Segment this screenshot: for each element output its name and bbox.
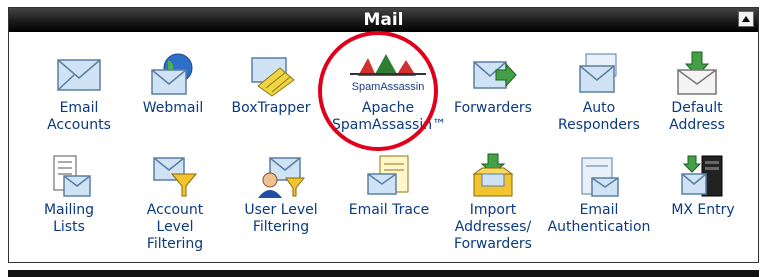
account-level-filtering-item[interactable]: Account Level Filtering xyxy=(125,152,225,253)
mx-entry-item[interactable]: MX Entry xyxy=(653,152,753,219)
next-panel-titlebar xyxy=(8,270,759,277)
collapse-icon[interactable] xyxy=(738,11,754,27)
email-accounts-item[interactable]: Email Accounts xyxy=(29,50,129,134)
email-trace-icon xyxy=(339,152,439,200)
spamassassin-logo: SpamAssassin xyxy=(332,50,444,98)
mx-server-icon xyxy=(653,152,753,200)
email-trace-item[interactable]: Email Trace xyxy=(339,152,439,219)
import-addresses-label: Import Addresses/ Forwarders xyxy=(454,202,532,252)
autoresponder-icon xyxy=(549,50,649,98)
default-address-icon xyxy=(647,50,747,98)
boxtrapper-item[interactable]: BoxTrapper xyxy=(221,50,321,117)
import-icon xyxy=(443,152,543,200)
email-authentication-label: Email Authentication xyxy=(547,202,651,235)
box-trapper-icon xyxy=(221,50,321,98)
email-authentication-item[interactable]: Email Authentication xyxy=(537,152,661,236)
authentication-icon xyxy=(537,152,661,200)
webmail-globe-icon xyxy=(123,50,223,98)
boxtrapper-label: BoxTrapper xyxy=(231,100,311,116)
panel-title: Mail xyxy=(363,10,404,30)
forward-arrow-icon xyxy=(443,50,543,98)
user-level-filtering-item[interactable]: User Level Filtering xyxy=(231,152,331,236)
email-accounts-label: Email Accounts xyxy=(47,100,111,133)
mailing-list-icon xyxy=(19,152,119,200)
spamassassin-logo-text: SpamAssassin xyxy=(352,81,425,93)
auto-responders-item[interactable]: Auto Responders xyxy=(549,50,649,134)
webmail-item[interactable]: Webmail xyxy=(123,50,223,117)
mailing-lists-label: Mailing Lists xyxy=(43,202,95,235)
forwarders-label: Forwarders xyxy=(454,100,532,116)
mx-entry-label: MX Entry xyxy=(671,202,735,218)
account-level-filtering-label: Account Level Filtering xyxy=(146,202,204,252)
import-addresses-item[interactable]: Import Addresses/ Forwarders xyxy=(443,152,543,253)
spamassassin-item[interactable]: SpamAssassin Apache SpamAssassin™ xyxy=(332,50,447,134)
mailing-lists-item[interactable]: Mailing Lists xyxy=(19,152,119,236)
default-address-label: Default Address xyxy=(669,100,725,133)
user-filter-icon xyxy=(231,152,331,200)
user-level-filtering-label: User Level Filtering xyxy=(244,202,318,235)
spamassassin-label: Apache SpamAssassin™ xyxy=(332,100,447,133)
panel-titlebar: Mail xyxy=(9,8,758,32)
webmail-label: Webmail xyxy=(142,100,204,116)
forwarders-item[interactable]: Forwarders xyxy=(443,50,543,117)
envelope-icon xyxy=(29,50,129,98)
funnel-icon xyxy=(125,152,225,200)
mail-icons-grid: Email Accounts Webmail BoxTrapper SpamAs… xyxy=(9,36,758,262)
auto-responders-label: Auto Responders xyxy=(558,100,640,133)
mail-panel: Mail Email Accounts Webmail BoxTrapper S… xyxy=(8,7,759,263)
email-trace-label: Email Trace xyxy=(348,202,430,218)
default-address-item[interactable]: Default Address xyxy=(647,50,747,134)
